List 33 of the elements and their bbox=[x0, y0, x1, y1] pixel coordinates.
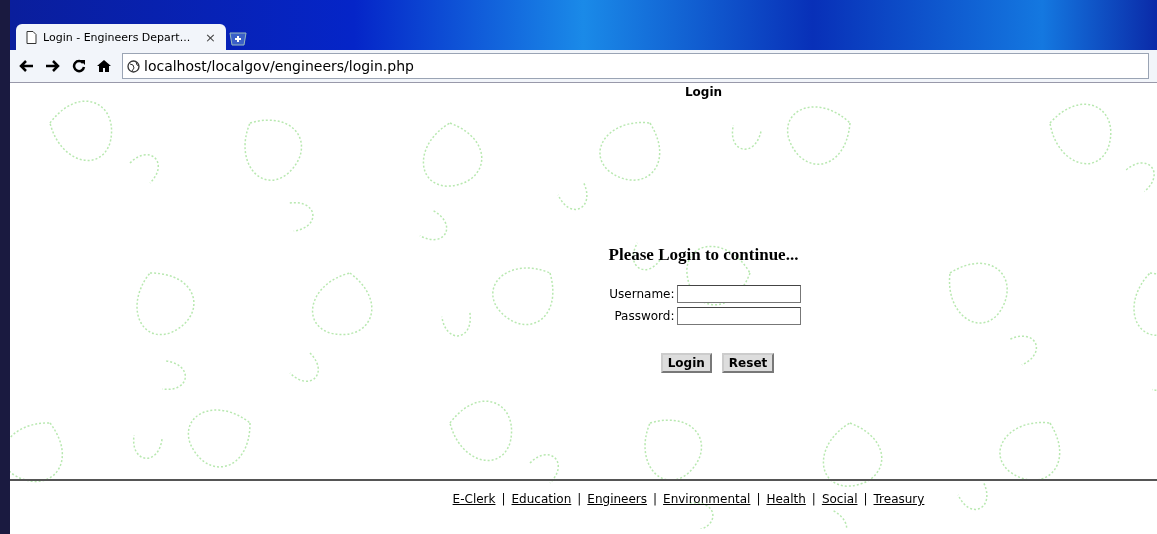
field-label: Username: bbox=[608, 287, 675, 301]
link-separator: | bbox=[756, 492, 761, 506]
form-button[interactable]: Login bbox=[660, 353, 712, 373]
address-bar[interactable]: localhost/localgov/engineers/login.php bbox=[122, 53, 1149, 79]
browser-tab[interactable]: Login - Engineers Depart... × bbox=[16, 24, 226, 50]
input-field[interactable] bbox=[676, 307, 801, 325]
footer-link[interactable]: Health bbox=[766, 492, 806, 506]
home-icon[interactable] bbox=[97, 59, 111, 73]
forward-icon[interactable] bbox=[45, 59, 61, 73]
form-button[interactable]: Reset bbox=[721, 353, 775, 373]
footer-link[interactable]: Treasury bbox=[873, 492, 925, 506]
footer-link[interactable]: Engineers bbox=[587, 492, 648, 506]
field-label: Password: bbox=[613, 309, 675, 323]
globe-icon bbox=[127, 59, 140, 73]
login-heading: Please Login to continue... bbox=[608, 245, 799, 265]
footer-link[interactable]: Education bbox=[511, 492, 572, 506]
link-separator: | bbox=[577, 492, 582, 506]
page-icon bbox=[26, 30, 37, 44]
footer-link[interactable]: E-Clerk bbox=[452, 492, 496, 506]
back-icon[interactable] bbox=[18, 59, 34, 73]
link-separator: | bbox=[653, 492, 658, 506]
close-icon[interactable]: × bbox=[205, 29, 216, 45]
link-separator: | bbox=[863, 492, 868, 506]
url-text: localhost/localgov/engineers/login.php bbox=[144, 58, 414, 74]
link-separator: | bbox=[501, 492, 506, 506]
footer-link[interactable]: Environmental bbox=[663, 492, 751, 506]
footer-link[interactable]: Social bbox=[821, 492, 858, 506]
tab-title: Login - Engineers Depart... bbox=[43, 30, 192, 44]
reload-icon[interactable] bbox=[72, 59, 86, 73]
input-field[interactable] bbox=[676, 285, 801, 303]
page-title: Login bbox=[684, 85, 723, 99]
link-separator: | bbox=[811, 492, 816, 506]
new-tab-icon[interactable] bbox=[228, 32, 248, 46]
